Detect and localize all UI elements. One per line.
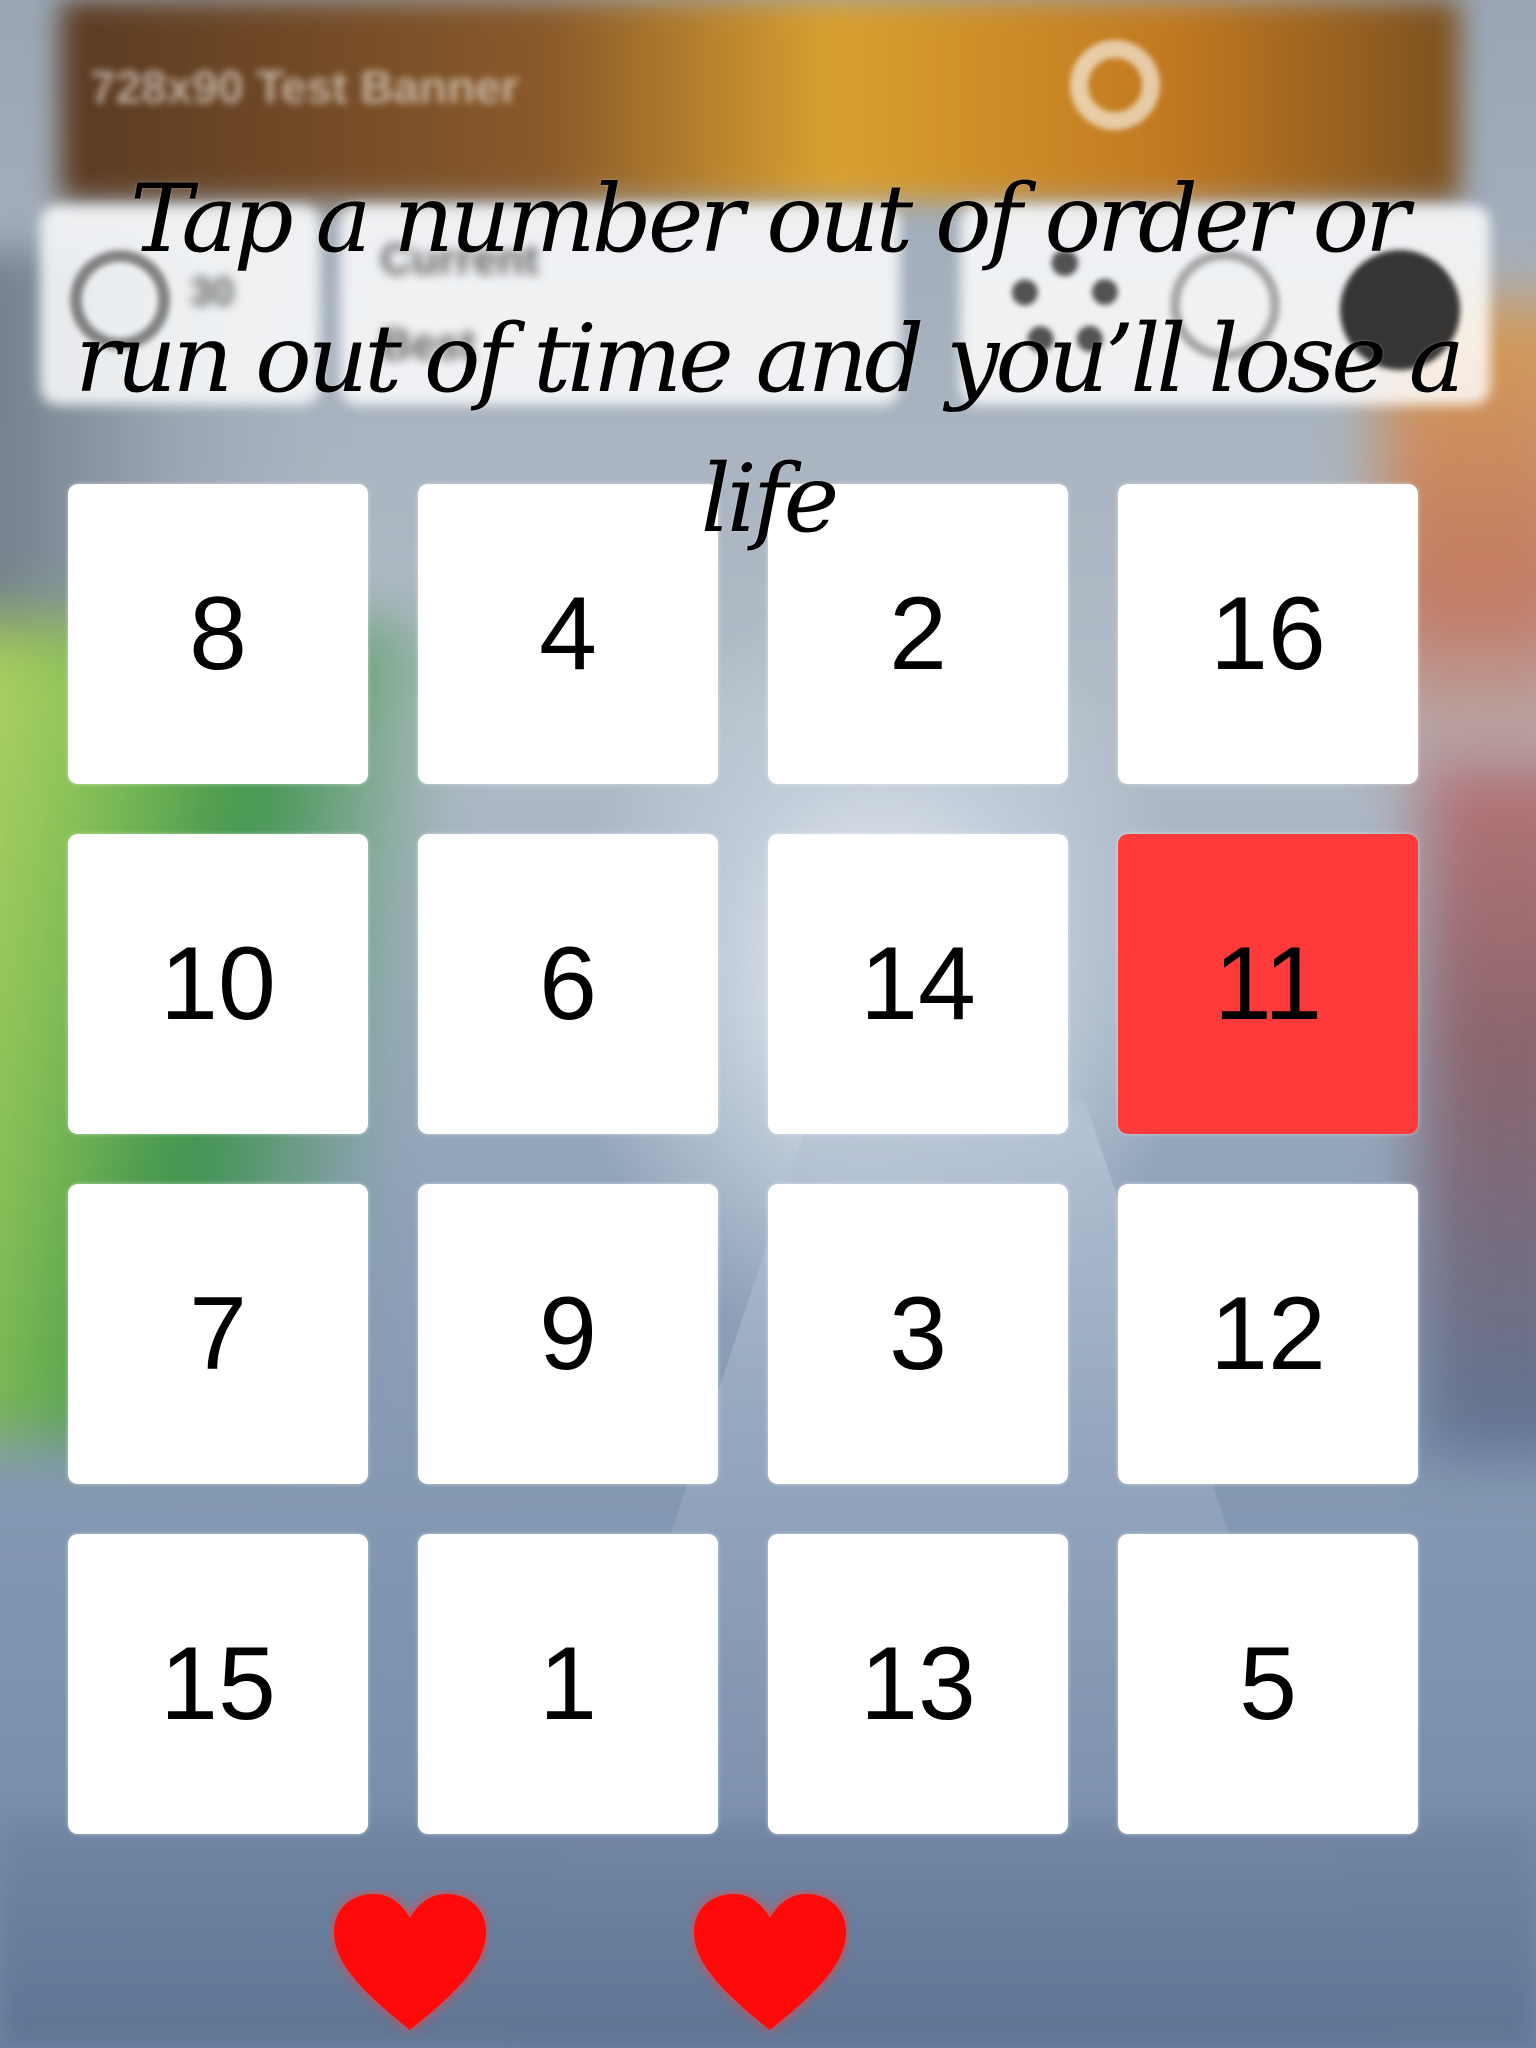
number-tile[interactable]: 7 xyxy=(68,1184,368,1484)
number-tile[interactable]: 3 xyxy=(768,1184,1068,1484)
number-tile[interactable]: 13 xyxy=(768,1534,1068,1834)
ad-banner-text: 728x90 Test Banner xyxy=(90,61,519,113)
heart-icon xyxy=(330,1890,490,2040)
lives-indicator xyxy=(0,1890,1536,2048)
number-tile[interactable]: 1 xyxy=(418,1534,718,1834)
number-grid: 8 4 2 16 10 6 14 11 7 9 3 12 15 1 13 5 xyxy=(68,484,1418,1834)
number-tile[interactable]: 14 xyxy=(768,834,1068,1134)
heart-icon xyxy=(690,1890,850,2040)
number-tile-wrong[interactable]: 11 xyxy=(1118,834,1418,1134)
number-tile[interactable]: 6 xyxy=(418,834,718,1134)
number-tile[interactable]: 12 xyxy=(1118,1184,1418,1484)
number-tile[interactable]: 5 xyxy=(1118,1534,1418,1834)
number-tile[interactable]: 10 xyxy=(68,834,368,1134)
instruction-text: Tap a number out of order or run out of … xyxy=(75,165,1465,554)
number-tile[interactable]: 9 xyxy=(418,1184,718,1484)
ad-logo-icon xyxy=(1070,40,1160,130)
number-tile[interactable]: 15 xyxy=(68,1534,368,1834)
